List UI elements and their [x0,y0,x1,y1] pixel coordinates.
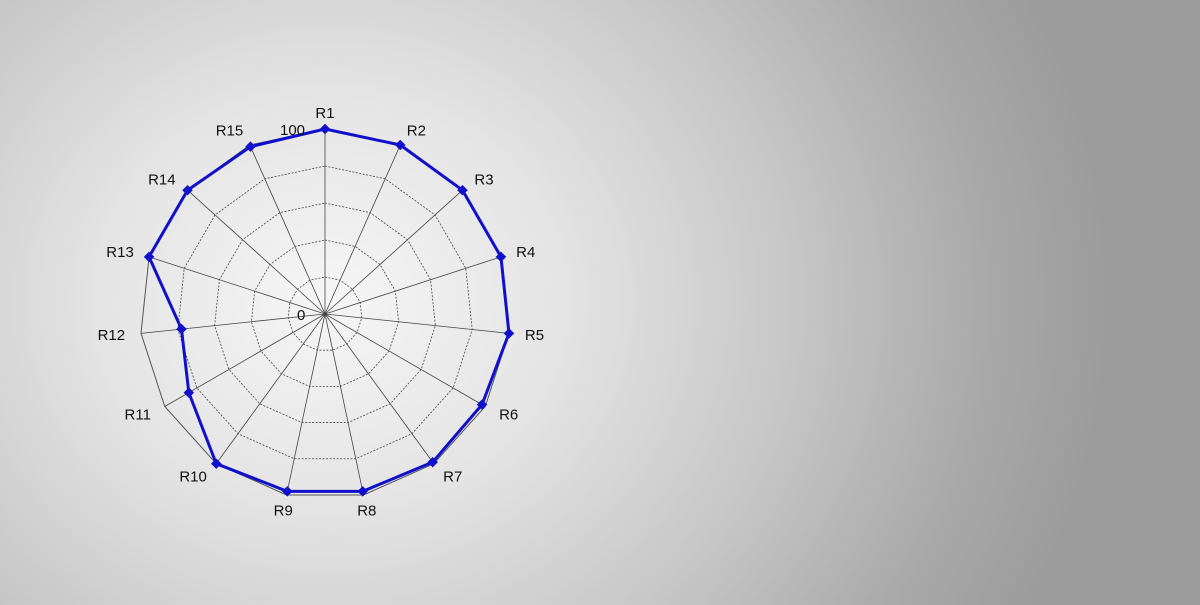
axis-label-r4: R4 [516,244,535,261]
spoke-r4 [324,256,502,315]
axis-label-r14: R14 [148,172,176,189]
spoke-r6 [324,313,486,407]
axis-label-r9: R9 [274,503,293,520]
data-point-r1 [319,123,331,135]
spoke-r2 [324,144,401,315]
spoke-r14 [187,189,326,315]
axis-label-r3: R3 [474,172,493,189]
axis-label-r11: R11 [125,407,151,424]
spoke-r15 [249,144,326,315]
radial-tick-label-min: 0 [297,307,305,324]
axis-label-r8: R8 [357,503,376,520]
axis-label-r15: R15 [216,122,244,139]
axis-label-r2: R2 [407,122,426,139]
data-point-r11 [183,387,195,398]
axis-label-r13: R13 [106,244,134,261]
axis-label-r12: R12 [98,327,126,344]
axis-label-r6: R6 [499,407,518,424]
spoke-r5 [324,313,510,334]
data-point-r5 [503,327,515,339]
axis-label-r7: R7 [443,469,462,486]
radar-chart-svg: R1 R2 R3 R4 R5 R6 R7 R8 R9 R10 R11 R12 R13 R14 R15 0 100 [98,105,545,520]
radar-chart: R1 R2 R3 R4 R5 R6 R7 R8 R9 R10 R11 R12 R13 R14 R15 0 100 [0,0,1200,600]
axis-label-r10: R10 [179,469,207,486]
spoke-r3 [324,189,463,315]
axis-label-r1: R1 [315,105,334,122]
axis-label-r5: R5 [525,327,544,344]
spoke-r13 [148,256,326,315]
radial-tick-label-max: 100 [280,122,305,139]
